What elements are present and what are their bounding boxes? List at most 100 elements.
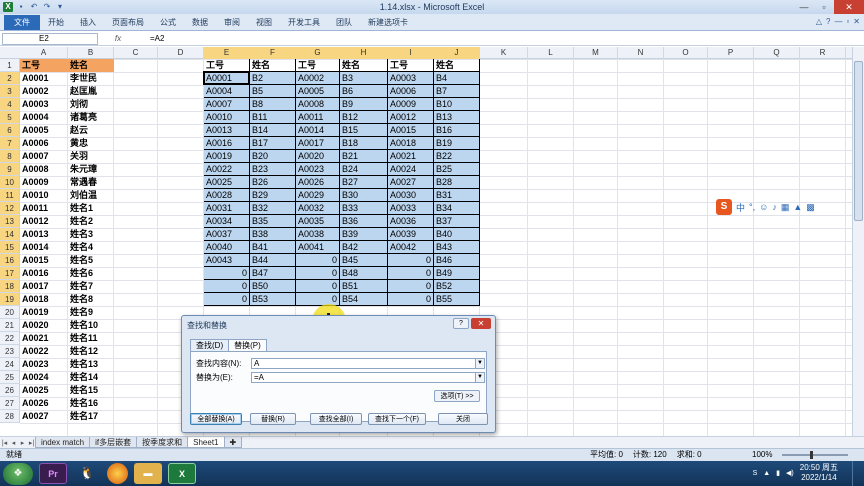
column-header-j[interactable]: J — [434, 47, 480, 59]
id-cell[interactable]: A0009 — [20, 176, 68, 189]
name-box[interactable]: E2 — [2, 32, 98, 45]
name-cell[interactable]: 姓名13 — [68, 358, 114, 371]
row-header-28[interactable]: 28 — [0, 410, 20, 423]
id-cell[interactable]: A0021 — [20, 332, 68, 345]
block-data-cell[interactable]: A0012 — [388, 111, 434, 124]
column-header-q[interactable]: Q — [754, 47, 800, 59]
zoom-slider[interactable] — [782, 451, 848, 459]
id-cell[interactable]: A0020 — [20, 319, 68, 332]
block-data-cell[interactable]: B6 — [340, 85, 388, 98]
block-data-cell[interactable]: B12 — [340, 111, 388, 124]
column-header-k[interactable]: K — [480, 47, 528, 59]
undo-icon[interactable]: ↶ — [29, 2, 39, 12]
ribbon-collapse-icon[interactable]: △ — [816, 17, 822, 26]
block-data-cell[interactable]: B11 — [250, 111, 296, 124]
network-icon[interactable]: ▮ — [776, 469, 780, 477]
column-header-r[interactable]: R — [800, 47, 846, 59]
tab-team[interactable]: 团队 — [328, 15, 360, 30]
block-data-cell[interactable]: A0014 — [296, 124, 340, 137]
block-data-cell[interactable]: B10 — [434, 98, 480, 111]
block-data-cell[interactable]: B2 — [250, 72, 296, 85]
id-cell[interactable]: A0007 — [20, 150, 68, 163]
show-desktop-button[interactable] — [852, 461, 864, 486]
block-data-cell[interactable]: A0004 — [204, 85, 250, 98]
block-data-cell[interactable]: B31 — [434, 189, 480, 202]
name-cell[interactable]: 诸葛亮 — [68, 111, 114, 124]
row-header-11[interactable]: 11 — [0, 189, 20, 202]
block-data-cell[interactable]: B43 — [434, 241, 480, 254]
block-data-cell[interactable]: B54 — [340, 293, 388, 306]
id-cell[interactable]: A0017 — [20, 280, 68, 293]
block-data-cell[interactable]: B41 — [250, 241, 296, 254]
block-data-cell[interactable]: 0 — [388, 280, 434, 293]
block-data-cell[interactable]: B52 — [434, 280, 480, 293]
block-data-cell[interactable]: A0040 — [204, 241, 250, 254]
block-data-cell[interactable]: B53 — [250, 293, 296, 306]
row-header-10[interactable]: 10 — [0, 176, 20, 189]
row-header-19[interactable]: 19 — [0, 293, 20, 306]
block-data-cell[interactable]: 0 — [388, 293, 434, 306]
block-data-cell[interactable]: A0010 — [204, 111, 250, 124]
tab-view[interactable]: 视图 — [248, 15, 280, 30]
block-data-cell[interactable]: B15 — [340, 124, 388, 137]
ime-toolbar[interactable]: S 中 °, ☺ ♪ ▦ ▲ ▩ — [716, 199, 815, 215]
block-data-cell[interactable]: 0 — [204, 293, 250, 306]
block-data-cell[interactable]: 0 — [204, 267, 250, 280]
id-cell[interactable]: A0012 — [20, 215, 68, 228]
block-data-cell[interactable]: B42 — [340, 241, 388, 254]
row-header-4[interactable]: 4 — [0, 98, 20, 111]
tray-expand-icon[interactable]: ▲ — [763, 470, 770, 477]
block-data-cell[interactable]: A0006 — [388, 85, 434, 98]
name-cell[interactable]: 姓名7 — [68, 280, 114, 293]
excel-app-icon[interactable]: X — [3, 2, 13, 12]
id-cell[interactable]: A0003 — [20, 98, 68, 111]
row-header-23[interactable]: 23 — [0, 345, 20, 358]
redo-icon[interactable]: ↷ — [42, 2, 52, 12]
id-cell[interactable]: A0011 — [20, 202, 68, 215]
name-cell[interactable]: 姓名3 — [68, 228, 114, 241]
block-data-cell[interactable]: B5 — [250, 85, 296, 98]
ime-tray-icon[interactable]: S — [753, 470, 758, 477]
name-cell[interactable]: 姓名15 — [68, 384, 114, 397]
column-header-n[interactable]: N — [618, 47, 664, 59]
block-data-cell[interactable]: A0038 — [296, 228, 340, 241]
block-data-cell[interactable]: 0 — [204, 280, 250, 293]
column-header-c[interactable]: C — [114, 47, 158, 59]
block-data-cell[interactable]: B4 — [434, 72, 480, 85]
block-data-cell[interactable]: B32 — [250, 202, 296, 215]
block-data-cell[interactable]: B45 — [340, 254, 388, 267]
block-data-cell[interactable]: B39 — [340, 228, 388, 241]
column-header-e[interactable]: E — [204, 47, 250, 59]
row-header-14[interactable]: 14 — [0, 228, 20, 241]
block-data-cell[interactable]: A0020 — [296, 150, 340, 163]
row-header-18[interactable]: 18 — [0, 280, 20, 293]
block-data-cell[interactable]: A0041 — [296, 241, 340, 254]
row-header-20[interactable]: 20 — [0, 306, 20, 319]
name-cell[interactable]: 姓名6 — [68, 267, 114, 280]
name-cell[interactable]: 刘伯温 — [68, 189, 114, 202]
block-data-cell[interactable]: B50 — [250, 280, 296, 293]
block-data-cell[interactable]: B26 — [250, 176, 296, 189]
column-header-l[interactable]: L — [528, 47, 574, 59]
column-header-m[interactable]: M — [574, 47, 618, 59]
block-data-cell[interactable]: B13 — [434, 111, 480, 124]
block-header-cell[interactable]: 姓名 — [340, 59, 388, 72]
block-data-cell[interactable]: B16 — [434, 124, 480, 137]
block-data-cell[interactable]: A0021 — [388, 150, 434, 163]
name-cell[interactable]: 姓名14 — [68, 371, 114, 384]
block-data-cell[interactable]: A0005 — [296, 85, 340, 98]
id-cell[interactable]: A0008 — [20, 163, 68, 176]
block-data-cell[interactable]: B55 — [434, 293, 480, 306]
block-data-cell[interactable]: A0029 — [296, 189, 340, 202]
replace-history-dropdown-icon[interactable]: ▼ — [475, 373, 484, 382]
block-data-cell[interactable]: A0033 — [388, 202, 434, 215]
id-cell[interactable]: A0006 — [20, 137, 68, 150]
row-header-7[interactable]: 7 — [0, 137, 20, 150]
block-data-cell[interactable]: B25 — [434, 163, 480, 176]
block-data-cell[interactable]: B34 — [434, 202, 480, 215]
block-data-cell[interactable]: A0017 — [296, 137, 340, 150]
row-header-26[interactable]: 26 — [0, 384, 20, 397]
column-header-a[interactable]: A — [20, 47, 68, 59]
block-data-cell[interactable]: B20 — [250, 150, 296, 163]
block-data-cell[interactable]: B8 — [250, 98, 296, 111]
